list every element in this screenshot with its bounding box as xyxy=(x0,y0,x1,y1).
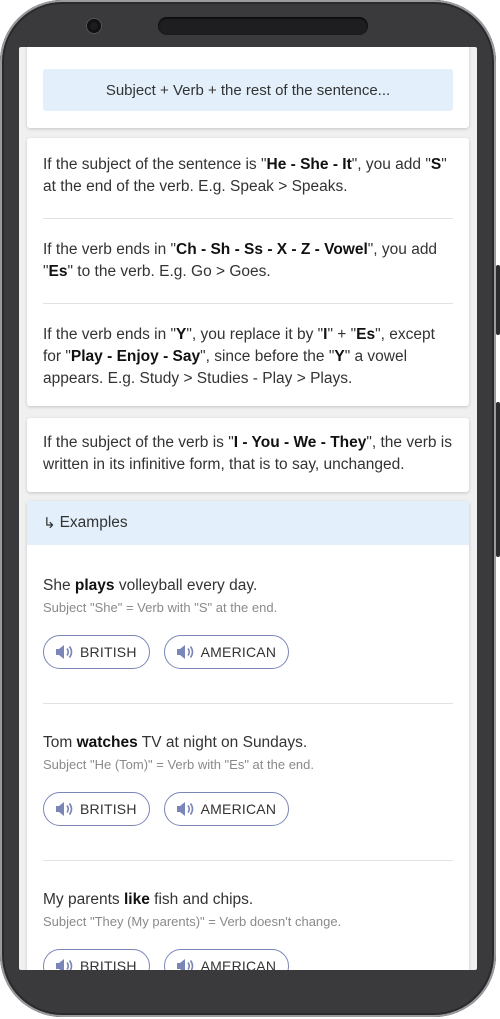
example-sentence: Tom watches TV at night on Sundays. xyxy=(43,733,463,753)
subdirectory-arrow-icon: ↳ xyxy=(43,515,56,532)
example-sentence: My parents like fish and chips. xyxy=(43,890,463,910)
text-fragment: Tom xyxy=(43,734,77,751)
examples-card: ↳ Examples She plays volleyball every da… xyxy=(27,501,469,970)
rule-text: If the subject of the sentence is "He - … xyxy=(43,154,453,198)
screen: Subject + Verb + the rest of the sentenc… xyxy=(19,47,477,970)
bold-keyword: Ch - Sh - Ss - X - Z - Vowel xyxy=(176,241,368,258)
divider xyxy=(43,303,453,304)
text-fragment: ", since before the " xyxy=(200,348,335,365)
bold-keyword: Play - Enjoy - Say xyxy=(70,348,201,365)
rule-text: If the verb ends in "Ch - Sh - Ss - X - … xyxy=(43,239,453,283)
text-fragment: " to the verb. E.g. Go > Goes. xyxy=(67,263,271,280)
bold-keyword: Y xyxy=(334,348,345,365)
bold-keyword: Es xyxy=(356,326,376,343)
text-fragment: My parents xyxy=(43,891,124,908)
speaker-icon xyxy=(56,645,73,659)
audio-button-label: AMERICAN xyxy=(200,644,277,660)
text-fragment: volleyball every day. xyxy=(114,577,258,594)
speaker-icon xyxy=(56,959,73,970)
examples-header: ↳ Examples xyxy=(27,501,469,545)
bold-keyword: He - She - It xyxy=(266,156,352,173)
speaker-icon xyxy=(176,959,193,970)
example-note: Subject "He (Tom)" = Verb with "Es" at t… xyxy=(43,757,315,772)
bold-keyword: I - You - We - They xyxy=(233,434,367,451)
text-fragment: ", you replace it by " xyxy=(186,326,324,343)
bold-keyword: Y xyxy=(176,326,187,343)
divider xyxy=(43,860,453,861)
formula-text: Subject + Verb + the rest of the sentenc… xyxy=(105,81,391,99)
text-fragment: If the subject of the verb is " xyxy=(43,434,234,451)
example-note: Subject "She" = Verb with "S" at the end… xyxy=(43,600,278,615)
speaker-icon xyxy=(176,802,193,816)
example-item: My parents like fish and chips. Subject "… xyxy=(43,890,463,970)
bold-keyword: S xyxy=(430,156,442,173)
american-audio-button[interactable]: AMERICAN xyxy=(163,792,290,826)
rule-card: If the subject of the verb is "I - You -… xyxy=(27,418,469,492)
american-audio-button[interactable]: AMERICAN xyxy=(163,949,290,970)
text-fragment: ", you add " xyxy=(351,156,431,173)
british-audio-button[interactable]: BRITISH xyxy=(43,949,150,970)
examples-title: Examples xyxy=(59,514,128,531)
rules-card: If the subject of the sentence is "He - … xyxy=(27,138,469,406)
audio-button-label: AMERICAN xyxy=(200,958,277,970)
formula-box: Subject + Verb + the rest of the sentenc… xyxy=(43,69,453,111)
american-audio-button[interactable]: AMERICAN xyxy=(163,635,290,669)
earpiece-speaker xyxy=(158,17,368,35)
volume-button xyxy=(496,265,500,335)
bold-keyword: like xyxy=(123,891,150,908)
audio-buttons: BRITISH AMERICAN xyxy=(43,949,290,970)
text-fragment: fish and chips. xyxy=(149,891,254,908)
bold-keyword: watches xyxy=(76,734,138,751)
audio-button-label: BRITISH xyxy=(80,958,137,970)
rule-text: If the verb ends in "Y", you replace it … xyxy=(43,324,453,390)
audio-button-label: BRITISH xyxy=(80,801,137,817)
example-sentence: She plays volleyball every day. xyxy=(43,576,463,596)
speaker-icon xyxy=(56,802,73,816)
text-fragment: " + " xyxy=(327,326,357,343)
example-item: Tom watches TV at night on Sundays. Subje… xyxy=(43,733,463,826)
british-audio-button[interactable]: BRITISH xyxy=(43,635,150,669)
divider xyxy=(43,218,453,219)
text-fragment: She xyxy=(43,577,75,594)
text-fragment: If the verb ends in " xyxy=(43,241,177,258)
text-fragment: TV at night on Sundays. xyxy=(137,734,308,751)
audio-buttons: BRITISH AMERICAN xyxy=(43,635,290,669)
british-audio-button[interactable]: BRITISH xyxy=(43,792,150,826)
bold-keyword: Es xyxy=(48,263,68,280)
audio-button-label: BRITISH xyxy=(80,644,137,660)
text-fragment: If the verb ends in " xyxy=(43,326,177,343)
example-item: She plays volleyball every day. Subject "… xyxy=(43,576,463,669)
example-note: Subject "They (My parents)" = Verb doesn… xyxy=(43,914,342,929)
power-button xyxy=(496,402,500,557)
formula-card: Subject + Verb + the rest of the sentenc… xyxy=(27,47,469,128)
audio-buttons: BRITISH AMERICAN xyxy=(43,792,290,826)
audio-button-label: AMERICAN xyxy=(200,801,277,817)
text-fragment: If the subject of the sentence is " xyxy=(43,156,267,173)
speaker-icon xyxy=(176,645,193,659)
front-camera xyxy=(87,19,101,33)
bold-keyword: plays xyxy=(74,577,115,594)
divider xyxy=(43,703,453,704)
rule-text: If the subject of the verb is "I - You -… xyxy=(43,432,453,476)
